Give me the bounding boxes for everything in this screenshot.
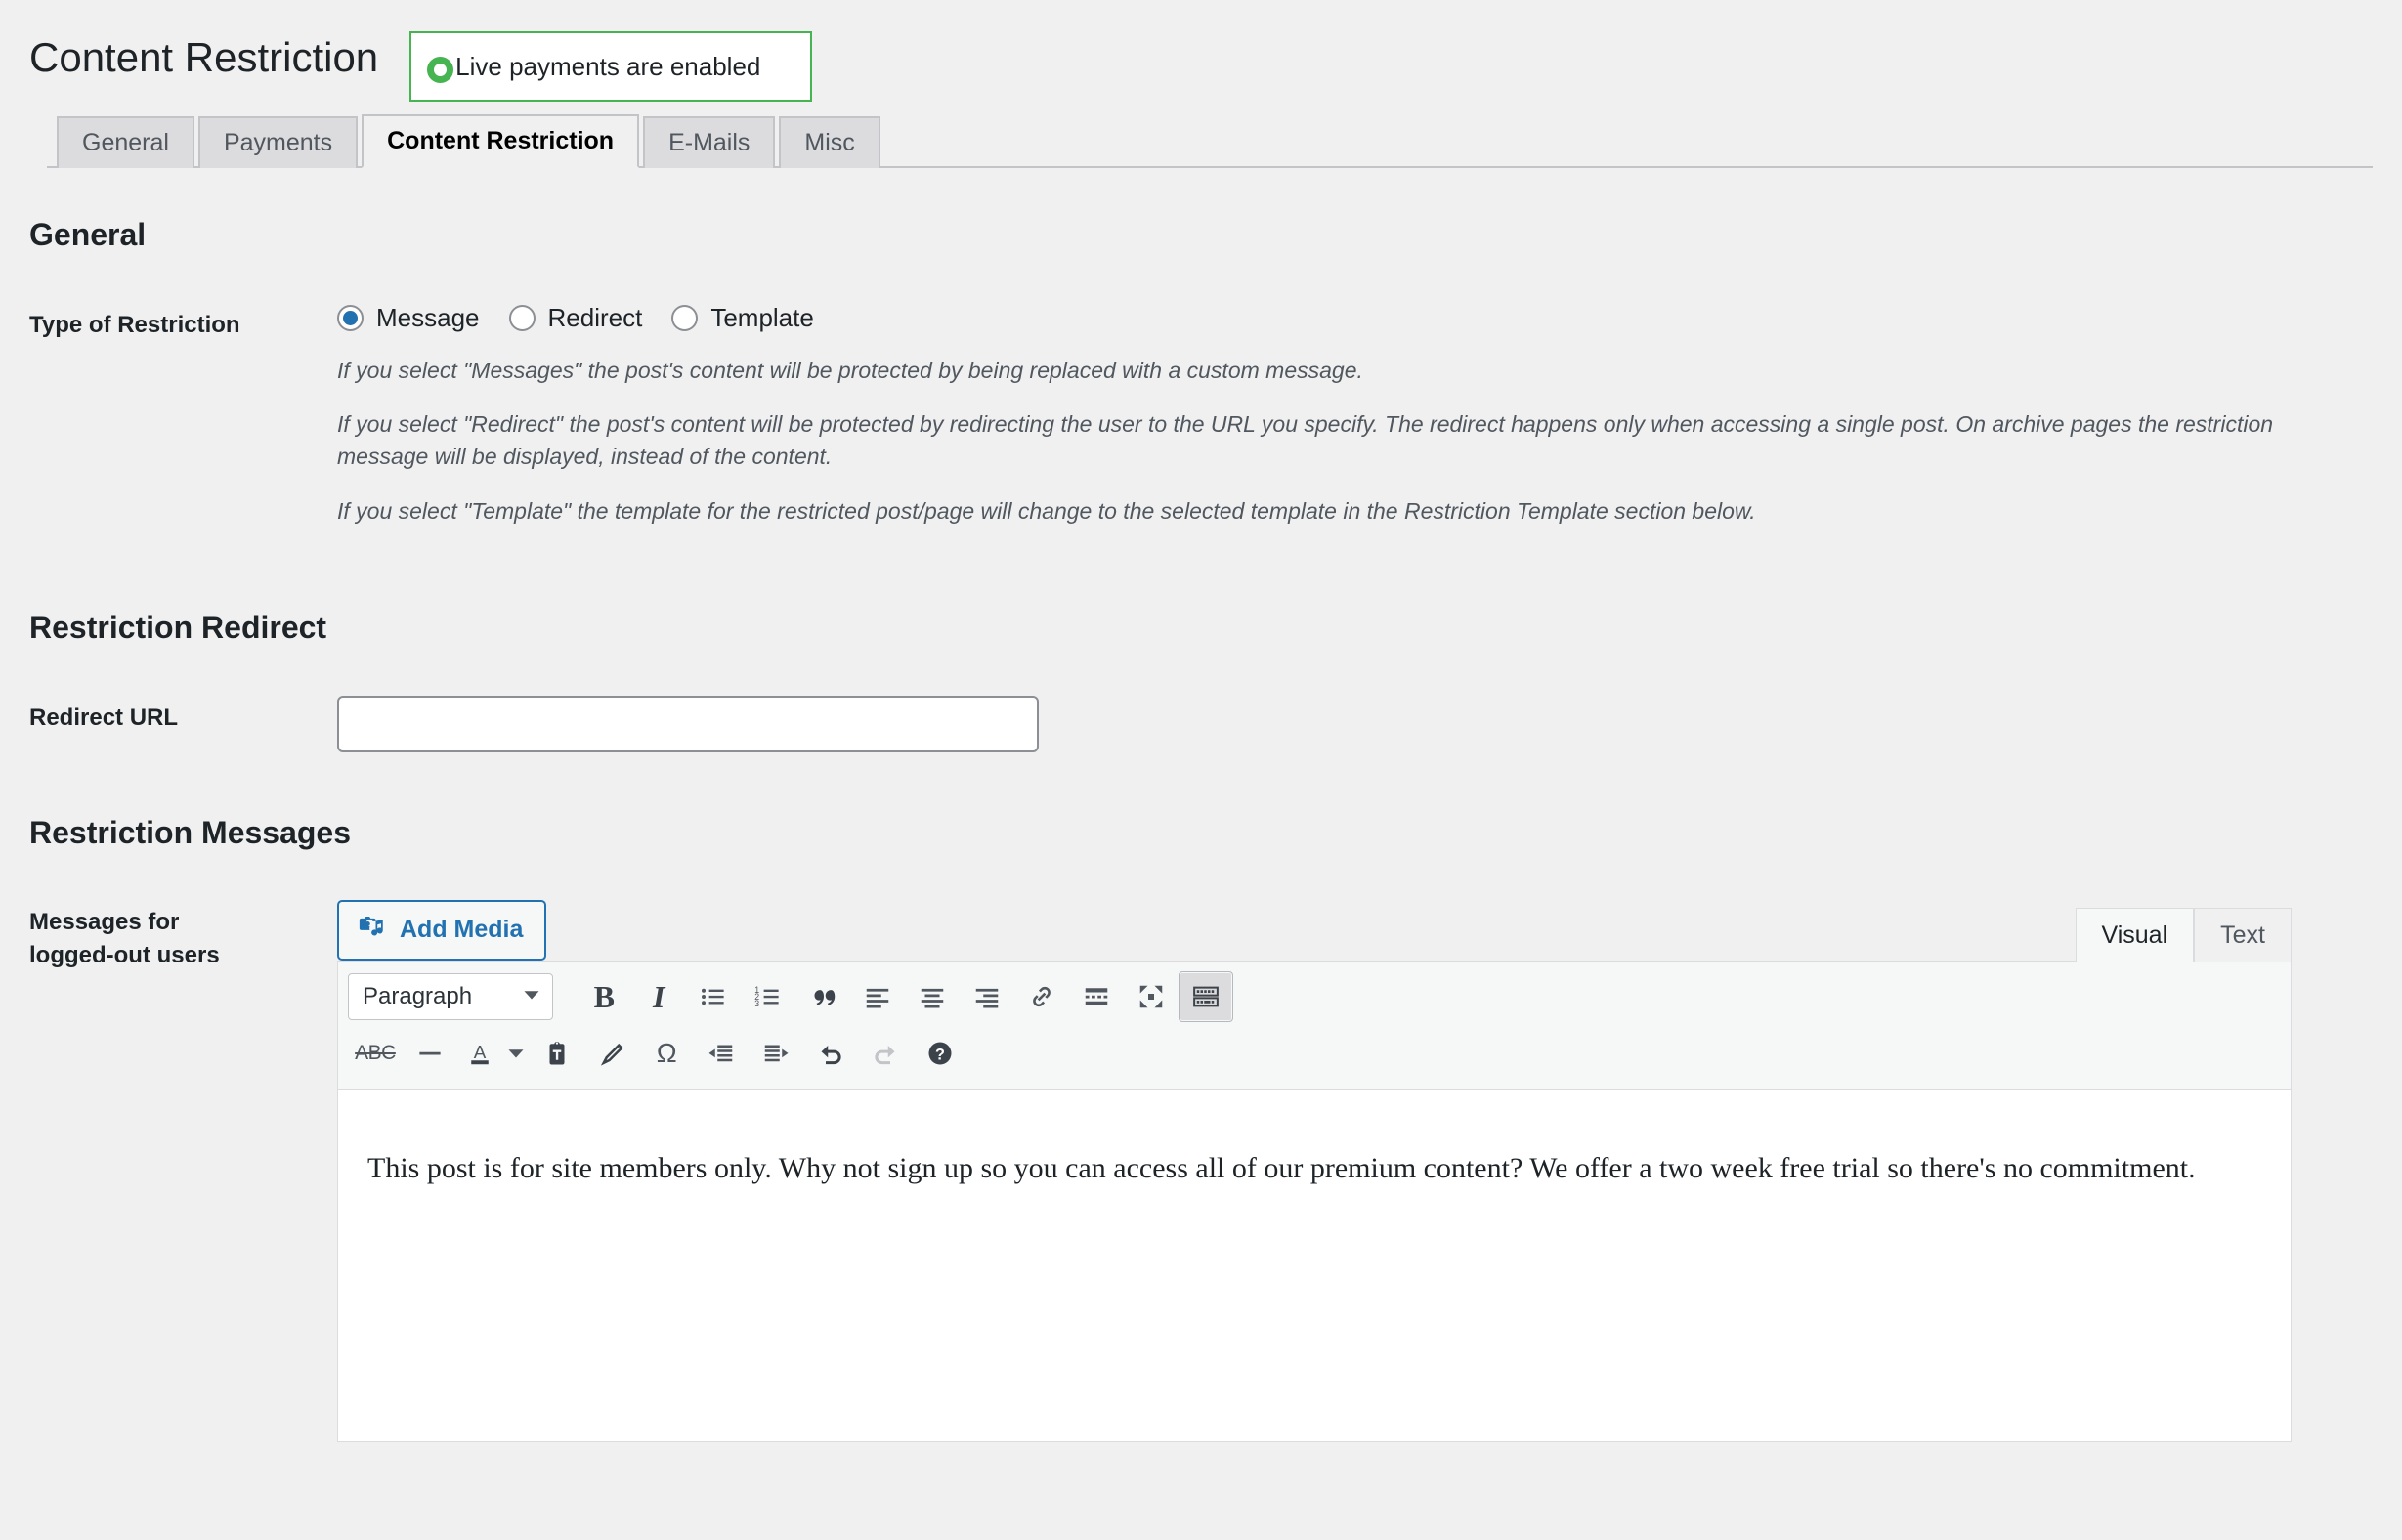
align-left-icon[interactable] (850, 971, 905, 1022)
undo-icon[interactable] (803, 1028, 858, 1079)
tab-general[interactable]: General (57, 116, 194, 168)
add-media-button[interactable]: Add Media (337, 900, 547, 962)
radio-message[interactable] (337, 304, 364, 331)
section-title-restriction-redirect: Restriction Redirect (29, 610, 327, 646)
strikethrough-label: ABC (355, 1042, 396, 1065)
settings-page: Content Restriction Live payments are en… (0, 0, 2402, 1540)
camera-music-icon (357, 913, 386, 947)
radio-redirect[interactable] (508, 304, 536, 331)
add-media-label: Add Media (400, 916, 524, 944)
field-label-line1: Messages for (29, 909, 180, 936)
link-icon[interactable] (1014, 971, 1069, 1022)
redirect-url-input[interactable] (337, 695, 1039, 752)
radio-label-message: Message (376, 302, 480, 332)
keyboard-shortcuts-help-icon[interactable]: ? (913, 1028, 967, 1079)
editor-box: Paragraph B I 1 2 3 ABC A Ω ? This post … (337, 961, 2292, 1443)
settings-content: General Type of Restriction Message Redi… (0, 215, 2402, 1443)
svg-text:A: A (474, 1042, 487, 1062)
outdent-icon[interactable] (694, 1028, 749, 1079)
horizontal-rule-icon[interactable] (403, 1028, 457, 1079)
field-body-type-of-restriction: Message Redirect Template If you select … (337, 303, 2373, 550)
blockquote-icon[interactable] (795, 971, 850, 1022)
description-template: If you select "Template" the template fo… (337, 497, 1756, 524)
page-header: Content Restriction Live payments are en… (0, 0, 2402, 115)
editor-wrap-logged-out: Add Media Visual Text Paragraph B I 1 2 … (337, 900, 2292, 1443)
page-title: Content Restriction (29, 34, 379, 80)
radio-item-redirect[interactable]: Redirect (508, 302, 643, 333)
radio-group-restriction-type: Message Redirect Template (337, 303, 2373, 333)
tab-payments[interactable]: Payments (197, 116, 359, 168)
radio-template[interactable] (671, 304, 699, 331)
field-label-line2: logged-out users (29, 942, 220, 969)
bold-icon[interactable]: B (577, 971, 631, 1022)
svg-text:3: 3 (754, 999, 759, 1008)
settings-tabs: General Payments Content Restriction E-M… (47, 114, 2373, 168)
align-center-icon[interactable] (905, 971, 960, 1022)
text-color-dropdown-icon[interactable] (502, 1028, 530, 1079)
paste-as-text-icon[interactable] (530, 1028, 584, 1079)
chevron-down-icon (523, 983, 540, 1010)
editor-tab-text[interactable]: Text (2194, 908, 2292, 962)
editor-media-row: Add Media Visual Text (337, 900, 2292, 962)
strikethrough-icon[interactable]: ABC (348, 1028, 403, 1079)
tab-misc[interactable]: Misc (779, 116, 880, 168)
paragraph-format-select[interactable]: Paragraph (348, 973, 553, 1021)
toolbar-toggle-icon[interactable] (1179, 971, 1233, 1023)
description-message: If you select "Messages" the post's cont… (337, 357, 1363, 383)
section-title-general: General (29, 217, 147, 252)
editor-content-area[interactable]: This post is for site members only. Why … (338, 1090, 2291, 1442)
editor-toolbar: Paragraph B I 1 2 3 ABC A Ω ? (338, 962, 2291, 1091)
field-label-messages-logged-out: Messages for logged-out users (29, 900, 337, 1442)
description-redirect: If you select "Redirect" the post's cont… (337, 411, 2274, 469)
editor-mode-tabs: Visual Text (2075, 908, 2292, 962)
bulleted-list-icon[interactable] (686, 971, 741, 1022)
field-label-redirect-url: Redirect URL (29, 704, 179, 731)
live-payments-notice-text: Live payments are enabled (455, 51, 761, 81)
live-payments-notice: Live payments are enabled (409, 31, 813, 102)
field-type-of-restriction: Type of Restriction Message Redirect Tem… (29, 303, 2373, 550)
editor-message-text: This post is for site members only. Why … (367, 1152, 2196, 1185)
svg-text:?: ? (935, 1047, 945, 1064)
special-character-icon[interactable]: Ω (639, 1028, 694, 1079)
italic-icon[interactable]: I (631, 971, 686, 1022)
tab-emails[interactable]: E-Mails (643, 116, 776, 168)
align-right-icon[interactable] (960, 971, 1014, 1022)
redo-icon[interactable] (858, 1028, 913, 1079)
field-messages-logged-out: Messages for logged-out users Add Media (29, 900, 2373, 1443)
radio-item-template[interactable]: Template (671, 303, 814, 333)
read-more-icon[interactable] (1069, 971, 1124, 1022)
circle-ring-icon (427, 56, 454, 83)
editor-toolbar-row-1: Paragraph B I 1 2 3 (348, 968, 2281, 1025)
special-character-label: Ω (656, 1038, 677, 1069)
fullscreen-icon[interactable] (1124, 971, 1179, 1022)
radio-label-redirect: Redirect (547, 302, 643, 332)
radio-item-message[interactable]: Message (337, 303, 480, 333)
editor-toolbar-row-2: ABC A Ω ? (348, 1025, 2281, 1082)
field-label-type-of-restriction: Type of Restriction (29, 311, 240, 338)
field-body-redirect-url (337, 695, 2373, 752)
indent-icon[interactable] (749, 1028, 803, 1079)
tab-content-restriction[interactable]: Content Restriction (362, 114, 640, 168)
paragraph-format-value: Paragraph (363, 983, 473, 1010)
text-color-icon[interactable]: A (457, 1028, 502, 1079)
field-redirect-url: Redirect URL (29, 695, 2373, 752)
clear-formatting-icon[interactable] (584, 1028, 639, 1079)
section-title-restriction-messages: Restriction Messages (29, 814, 352, 850)
numbered-list-icon[interactable]: 1 2 3 (741, 971, 795, 1022)
radio-label-template: Template (710, 302, 814, 332)
editor-tab-visual[interactable]: Visual (2075, 908, 2195, 962)
